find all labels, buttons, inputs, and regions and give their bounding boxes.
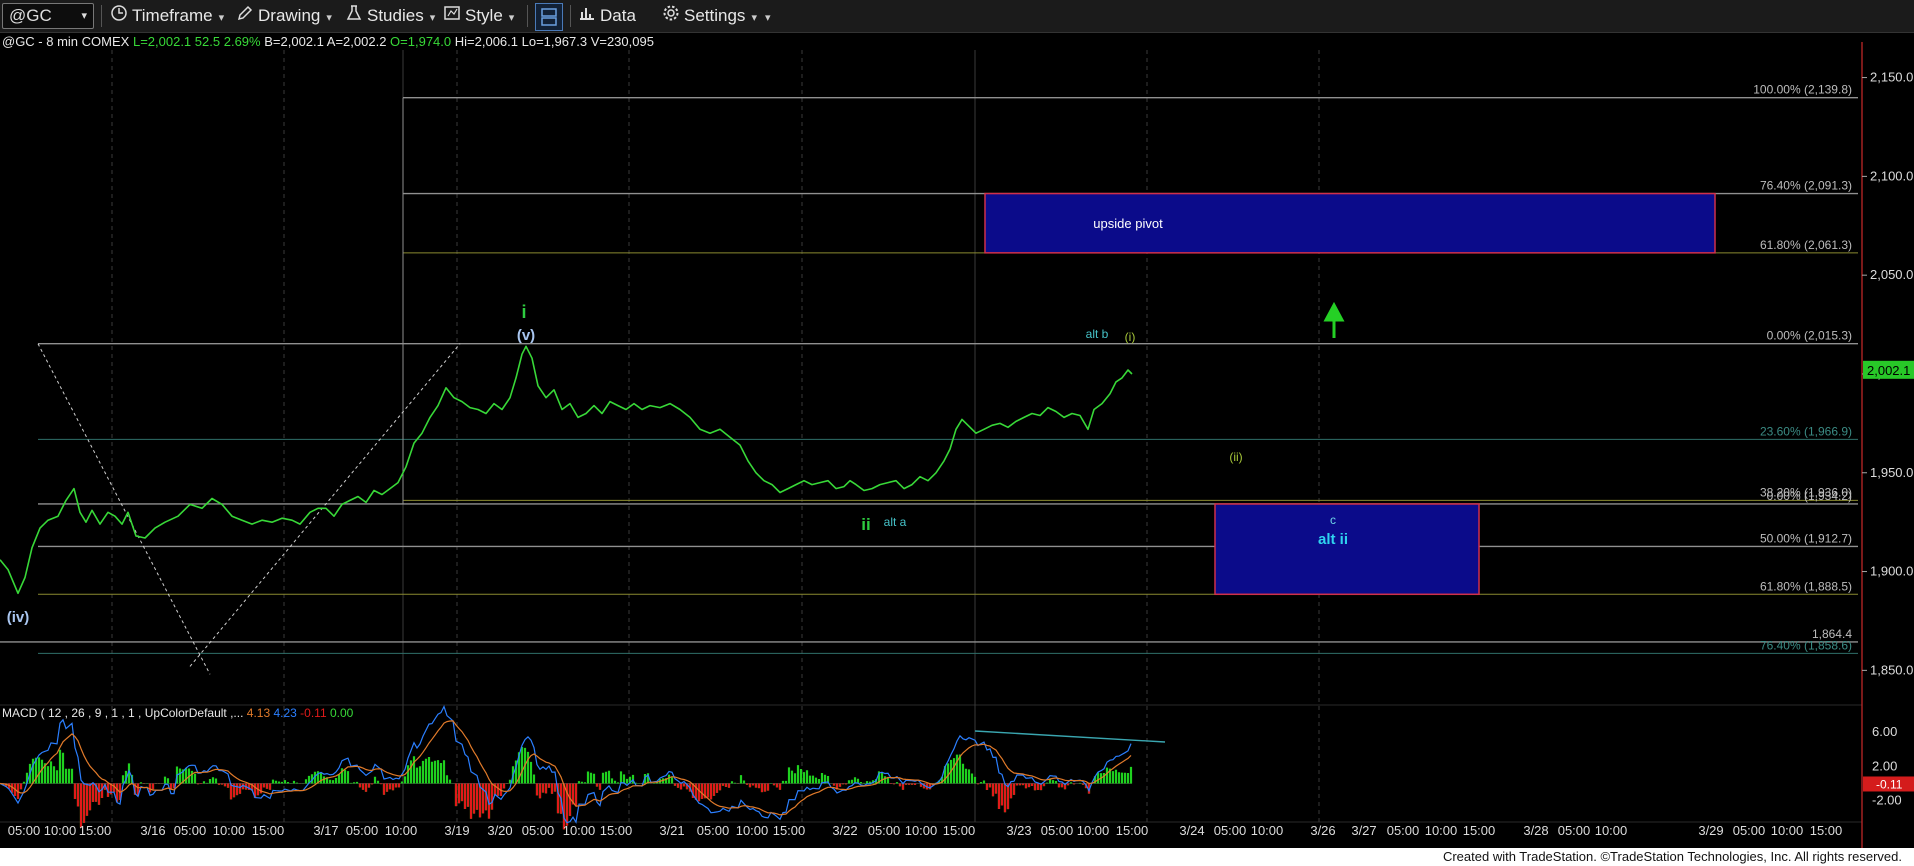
time-tick-label: 3/26: [1310, 823, 1335, 838]
time-tick-label: 05:00: [1558, 823, 1591, 838]
wave-label: (ii): [1229, 450, 1242, 464]
time-tick-label: 10:00: [44, 823, 77, 838]
fib-level-label: 0.00% (2,015.3): [1767, 329, 1852, 343]
time-tick-label: 05:00: [697, 823, 730, 838]
time-tick-label: 15:00: [1463, 823, 1496, 838]
up-arrow-icon: [1323, 301, 1345, 338]
time-tick-label: 05:00: [1733, 823, 1766, 838]
fib-level-label: 0.00% (1,934.2): [1767, 489, 1852, 503]
time-tick-label: 10:00: [1251, 823, 1284, 838]
time-tick-label: 15:00: [773, 823, 806, 838]
time-tick-label: 10:00: [385, 823, 418, 838]
box-sublabel: c: [1330, 513, 1336, 527]
macd-divergence-line: [974, 730, 1166, 743]
time-tick-label: 3/27: [1351, 823, 1376, 838]
target-box: [1214, 503, 1480, 596]
fib-levels: 100.00% (2,139.8) 76.40% (2,091.3) 61.80% …: [0, 83, 1858, 675]
time-tick-label: 15:00: [252, 823, 285, 838]
time-tick-label: 05:00: [522, 823, 555, 838]
macd-value: 0.00: [330, 706, 354, 720]
time-tick-label: 10:00: [905, 823, 938, 838]
price-tick-label: 2,150.0: [1870, 70, 1913, 85]
time-tick-label: 3/23: [1006, 823, 1031, 838]
price-series: [0, 345, 1133, 595]
time-tick-label: 15:00: [1810, 823, 1843, 838]
time-tick-label: 3/21: [659, 823, 684, 838]
time-tick-label: 3/22: [832, 823, 857, 838]
time-tick-label: 05:00: [1214, 823, 1247, 838]
macd-line: [0, 705, 1132, 824]
trend-line: [189, 343, 461, 667]
fib-level-label: 76.40% (1,858.6): [1760, 638, 1852, 652]
time-tick-label: 3/20: [487, 823, 512, 838]
time-tick-label: 10:00: [1077, 823, 1110, 838]
wave-label: (v): [517, 327, 535, 344]
fib-level-label: 50.00% (1,912.7): [1760, 531, 1852, 545]
price-tick-label: 2,050.0: [1870, 267, 1913, 282]
target-boxes: upside pivot c alt ii: [984, 192, 1716, 596]
time-tick-label: 15:00: [600, 823, 633, 838]
macd-tick-label: 2.00: [1872, 758, 1897, 773]
time-tick-label: 10:00: [1425, 823, 1458, 838]
fib-level-label: 61.80% (2,061.3): [1760, 238, 1852, 252]
wave-label: alt b: [1086, 327, 1109, 341]
box-label: upside pivot: [1093, 216, 1163, 231]
price-chart[interactable]: 100.00% (2,139.8) 76.40% (2,091.3) 61.80% …: [0, 0, 1914, 848]
fib-level-label: 61.80% (1,888.5): [1760, 579, 1852, 593]
box-label: alt ii: [1318, 531, 1348, 548]
time-tick-label: 05:00: [8, 823, 41, 838]
time-tick-label: 10:00: [1595, 823, 1628, 838]
time-tick-label: 05:00: [1041, 823, 1074, 838]
time-tick-label: 15:00: [943, 823, 976, 838]
wave-label: ii: [861, 515, 870, 534]
time-tick-label: 10:00: [213, 823, 246, 838]
macd-tick-label: -2.00: [1872, 793, 1902, 808]
wave-labels: (iv) i (v) ii alt a alt b (i) (ii): [7, 301, 1345, 626]
price-tick-label: 2,100.0: [1870, 168, 1913, 183]
time-tick-label: 3/19: [444, 823, 469, 838]
time-tick-label: 05:00: [868, 823, 901, 838]
time-tick-label: 05:00: [174, 823, 207, 838]
last-price-label: 2,002.1: [1867, 363, 1910, 378]
time-tick-label: 15:00: [1116, 823, 1149, 838]
price-tick-label: 1,850.0: [1870, 662, 1913, 677]
time-tick-label: 10:00: [563, 823, 596, 838]
time-tick-label: 10:00: [736, 823, 769, 838]
time-tick-label: 3/17: [313, 823, 338, 838]
macd-value: -0.11: [300, 706, 330, 720]
macd-label: MACD ( 12 , 26 , 9 , 1 , 1 , UpColorDefa…: [2, 706, 354, 720]
macd-value: 4.23: [273, 706, 300, 720]
price-tick-label: 1,950.0: [1870, 465, 1913, 480]
wave-label: i: [521, 302, 526, 322]
time-axis: 05:00 10:00 15:00 3/16 05:00 10:00 15:00 3/17 05…: [8, 823, 1843, 838]
price-tick-label: 1,900.0: [1870, 564, 1913, 579]
wave-label: (iv): [7, 609, 30, 626]
time-tick-label: 05:00: [346, 823, 379, 838]
fib-level-label: 100.00% (2,139.8): [1753, 83, 1852, 97]
time-tick-label: 10:00: [1771, 823, 1804, 838]
footer-credit: Created with TradeStation. ©TradeStation…: [1436, 849, 1908, 864]
time-tick-label: 15:00: [79, 823, 112, 838]
macd-tick-label: 6.00: [1872, 724, 1897, 739]
macd-params: MACD ( 12 , 26 , 9 , 1 , 1 , UpColorDefa…: [2, 706, 247, 720]
price-line: [0, 345, 1133, 595]
wave-label: (i): [1125, 330, 1136, 344]
macd-value: 4.13: [247, 706, 274, 720]
fib-level-label: 23.60% (1,966.9): [1760, 424, 1852, 438]
macd-signal-line: [0, 720, 1132, 816]
macd-panel: MACD ( 12 , 26 , 9 , 1 , 1 , UpColorDefa…: [0, 705, 1914, 830]
macd-last-label: -0.11: [1876, 777, 1903, 791]
time-tick-label: 05:00: [1387, 823, 1420, 838]
time-tick-label: 3/24: [1179, 823, 1204, 838]
wave-label: alt a: [884, 515, 907, 529]
time-tick-label: 3/16: [140, 823, 165, 838]
time-tick-label: 3/28: [1523, 823, 1548, 838]
time-tick-label: 3/29: [1698, 823, 1723, 838]
fib-level-label: 76.40% (2,091.3): [1760, 179, 1852, 193]
